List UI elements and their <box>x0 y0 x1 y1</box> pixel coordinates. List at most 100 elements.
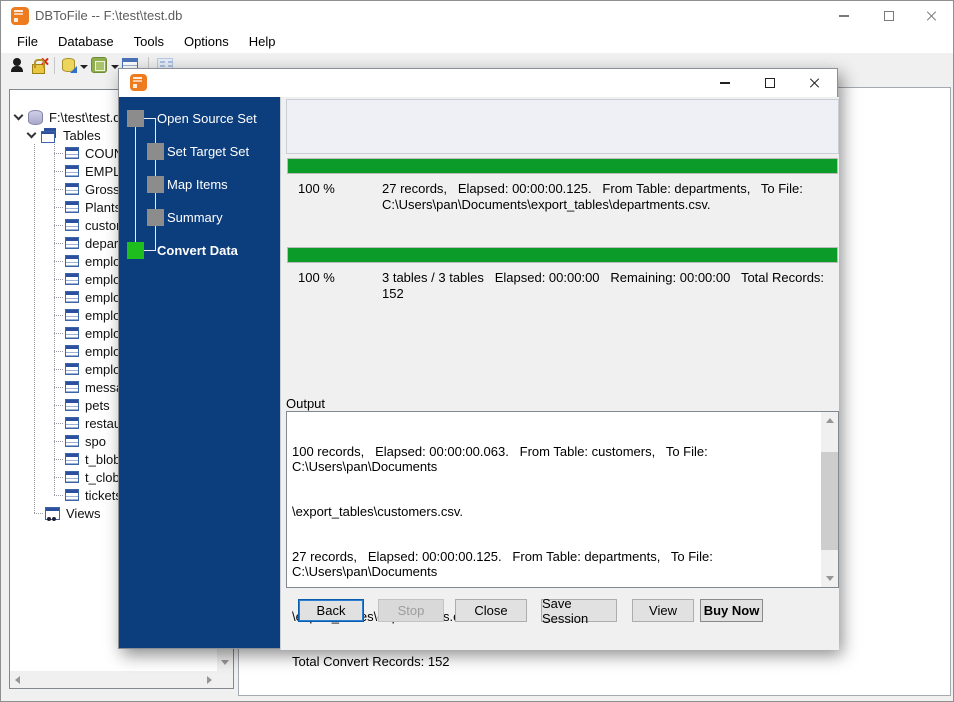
menu-help[interactable]: Help <box>239 31 286 53</box>
arrow-left-icon <box>15 675 20 684</box>
step-connector-line <box>135 127 136 242</box>
scrollbar-corner <box>217 671 233 688</box>
table-icon <box>65 183 79 195</box>
table-icon <box>65 399 79 411</box>
dialog-minimize-button[interactable] <box>702 69 747 97</box>
table-progress-detail: 27 records, Elapsed: 00:00:00.125. From … <box>382 181 803 212</box>
arrow-down-icon <box>825 576 834 581</box>
dialog-titlebar: .dlg-btn .xico::before,.dlg-btn .xico::a… <box>119 69 837 97</box>
table-icon <box>65 273 79 285</box>
output-label: Output <box>286 396 326 411</box>
output-text: 100 records, Elapsed: 00:00:00.063. From… <box>292 414 818 701</box>
table-icon <box>65 309 79 321</box>
maximize-icon <box>883 11 894 21</box>
menu-options[interactable]: Options <box>174 31 239 53</box>
step-square-summary[interactable] <box>147 209 164 226</box>
step-connector-line <box>144 250 156 251</box>
app-icon <box>11 7 29 25</box>
table-name: Plants <box>85 199 122 215</box>
table-icon <box>65 255 79 267</box>
table-name: tickets <box>85 487 122 503</box>
output-scroll-up[interactable] <box>821 412 838 429</box>
table-icon <box>65 147 79 159</box>
arrow-right-icon <box>207 675 212 684</box>
table-icon <box>65 201 79 213</box>
window-title: DBToFile -- F:\test\test.db <box>35 8 183 23</box>
minimize-icon <box>838 15 849 17</box>
close-dialog-button[interactable]: Close <box>455 599 527 622</box>
step-square-convert-data[interactable] <box>127 242 144 259</box>
top-panel <box>286 99 839 154</box>
step-square-set-target-set[interactable] <box>147 143 164 160</box>
close-icon <box>926 10 938 22</box>
arrow-up-icon <box>825 418 834 423</box>
convert-icon[interactable] <box>91 57 107 73</box>
menu-tools[interactable]: Tools <box>124 31 174 53</box>
output-scroll-down[interactable] <box>821 570 838 587</box>
disconnect-lock-icon[interactable] <box>31 57 48 74</box>
view-button[interactable]: View <box>632 599 694 622</box>
tables-group-icon <box>41 128 57 143</box>
database-icon <box>28 109 43 125</box>
open-database-dropdown-icon[interactable] <box>80 65 88 69</box>
step-convert-data[interactable]: Convert Data <box>157 243 238 258</box>
table-icon <box>65 237 79 249</box>
main-titlebar: DBToFile -- F:\test\test.db <box>1 1 953 31</box>
output-line: 100 records, Elapsed: 00:00:00.063. From… <box>292 444 712 474</box>
dialog-app-icon <box>130 74 147 91</box>
menu-database[interactable]: Database <box>48 31 124 53</box>
table-icon <box>65 453 79 465</box>
tree-horizontal-scrollbar[interactable] <box>10 671 217 688</box>
step-map-items[interactable]: Map Items <box>167 177 228 192</box>
scroll-down-button[interactable] <box>217 654 233 671</box>
output-line: \export_tables\customers.csv. <box>292 504 463 519</box>
back-button[interactable]: Back <box>298 599 364 622</box>
output-scroll-thumb[interactable] <box>821 452 838 550</box>
stop-button: Stop <box>378 599 444 622</box>
dialog-content: 100 % 27 records, Elapsed: 00:00:00.125.… <box>280 97 839 701</box>
table-name: spo <box>85 433 106 449</box>
output-line: 27 records, Elapsed: 00:00:00.125. From … <box>292 549 717 579</box>
table-icon <box>65 219 79 231</box>
step-summary[interactable]: Summary <box>167 210 223 225</box>
convert-dialog: .dlg-btn .xico::before,.dlg-btn .xico::a… <box>118 68 839 701</box>
close-button[interactable] <box>909 1 953 31</box>
table-name: t_clob <box>85 469 120 485</box>
step-set-target-set[interactable]: Set Target Set <box>167 144 249 159</box>
maximize-icon <box>764 78 775 88</box>
table-icon <box>65 291 79 303</box>
views-label: Views <box>66 505 101 521</box>
step-square-map-items[interactable] <box>147 176 164 193</box>
buy-now-button[interactable]: Buy Now <box>700 599 763 622</box>
table-name: t_blob <box>85 451 121 467</box>
output-scrollbar[interactable] <box>821 412 838 587</box>
red-x-badge <box>40 57 48 65</box>
table-icon <box>65 363 79 375</box>
table-progress-percent: 100 % <box>298 181 335 196</box>
connect-user-icon[interactable] <box>9 57 25 73</box>
views-icon <box>45 506 60 521</box>
minimize-button[interactable] <box>821 1 866 31</box>
chevron-down-icon[interactable] <box>26 128 37 138</box>
menu-file[interactable]: File <box>7 31 48 53</box>
output-box[interactable]: 100 records, Elapsed: 00:00:00.063. From… <box>286 411 839 701</box>
chevron-down-icon[interactable] <box>13 110 24 120</box>
step-square-open-source-set[interactable] <box>127 110 144 127</box>
dialog-maximize-button[interactable] <box>747 69 792 97</box>
total-progress-percent: 100 % <box>298 270 335 285</box>
table-icon <box>65 165 79 177</box>
total-progress-detail: 3 tables / 3 tables Elapsed: 00:00:00 Re… <box>382 270 828 301</box>
save-session-button[interactable]: Save Session <box>541 596 617 626</box>
table-icon <box>65 489 79 501</box>
menu-bar: File Database Tools Options Help <box>1 31 953 53</box>
arrow-down-icon <box>221 660 229 665</box>
open-database-icon[interactable] <box>61 57 77 73</box>
tree-root-label: F:\test\test.db <box>49 109 128 125</box>
step-open-source-set[interactable]: Open Source Set <box>157 111 257 126</box>
dialog-close-button[interactable]: .dlg-btn .xico::before,.dlg-btn .xico::a… <box>792 69 837 97</box>
output-line: Total Convert Records: 152 <box>292 654 450 669</box>
table-icon <box>65 417 79 429</box>
maximize-button[interactable] <box>866 1 911 31</box>
table-icon <box>65 381 79 393</box>
toolbar-separator <box>54 57 55 74</box>
